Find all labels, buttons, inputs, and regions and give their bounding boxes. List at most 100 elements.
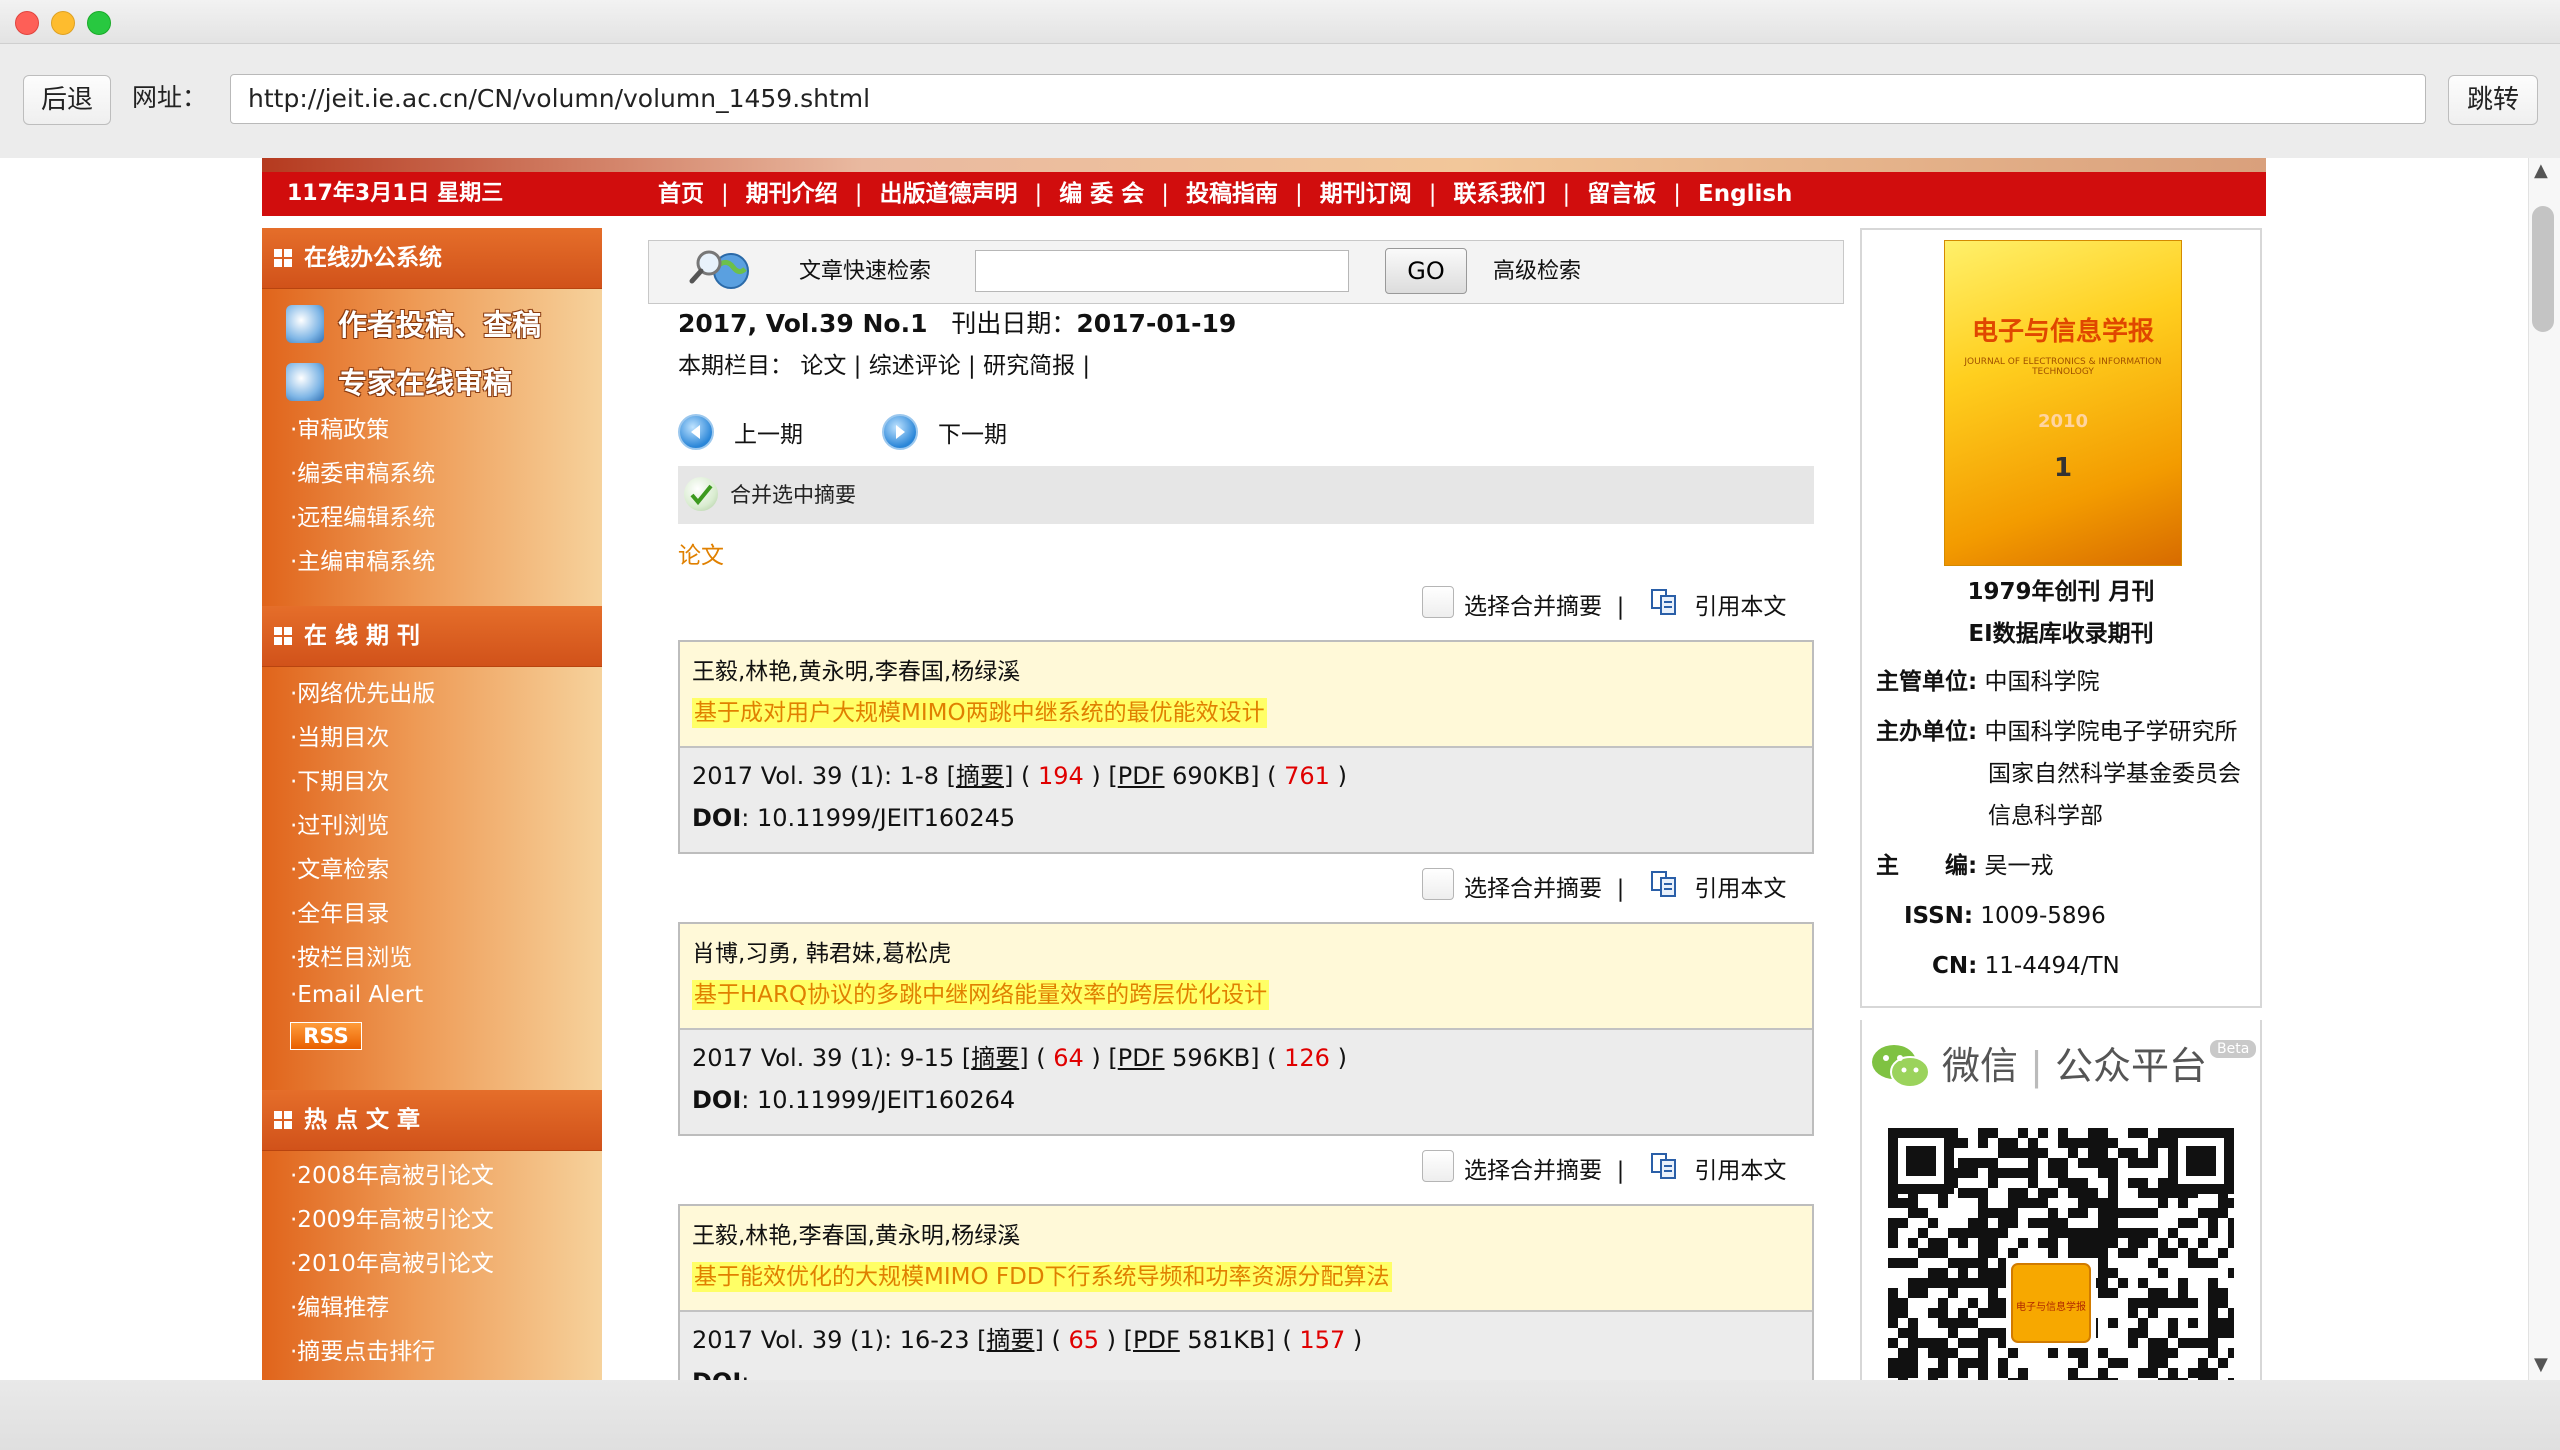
sidebar-link-editor-review[interactable]: ·编委审稿系统 bbox=[290, 454, 435, 488]
sidebar-link-next-issue[interactable]: ·下期目次 bbox=[290, 762, 389, 796]
advanced-search-link[interactable]: 高级检索 bbox=[1493, 241, 1581, 303]
pdf-link[interactable]: PDF bbox=[1118, 1044, 1165, 1072]
sidebar-link-archive[interactable]: ·过刊浏览 bbox=[290, 806, 389, 840]
nav-home[interactable]: 首页 bbox=[658, 181, 704, 207]
back-button[interactable]: 后退 bbox=[23, 75, 111, 125]
sidebar-link-online-first[interactable]: ·网络优先出版 bbox=[290, 674, 435, 708]
column-link-reviews[interactable]: 综述评论 bbox=[869, 353, 961, 379]
merge-abstracts-bar[interactable]: 合并选中摘要 bbox=[678, 466, 1814, 524]
doi-label: DOI bbox=[692, 1086, 742, 1114]
article-title[interactable]: 基于HARQ协议的多跳中继网络能量效率的跨层优化设计 bbox=[692, 980, 1270, 1010]
journal-cover[interactable]: 电子与信息学报 JOURNAL OF ELECTRONICS & INFORMA… bbox=[1944, 240, 2182, 566]
hot-articles-header: 热 点 文 章 bbox=[262, 1090, 602, 1151]
article-title[interactable]: 基于能效优化的大规模MIMO FDD下行系统导频和功率资源分配算法 bbox=[692, 1262, 1392, 1292]
sidebar-link-remote-edit[interactable]: ·远程编辑系统 bbox=[290, 498, 435, 532]
sidebar-link-review-policy[interactable]: ·审稿政策 bbox=[290, 410, 389, 444]
abstract-link[interactable]: 摘要 bbox=[971, 1044, 1019, 1072]
sidebar-link-current-issue[interactable]: ·当期目次 bbox=[290, 718, 389, 752]
pdf-link[interactable]: PDF bbox=[1133, 1326, 1180, 1354]
scrollbar-thumb[interactable] bbox=[2532, 206, 2554, 332]
nav-guestbook[interactable]: 留言板 bbox=[1587, 181, 1656, 207]
wechat-title: 微信 | 公众平台 bbox=[1942, 1038, 2207, 1094]
nav-editorial-board[interactable]: 编 委 会 bbox=[1059, 181, 1144, 207]
nav-about[interactable]: 期刊介绍 bbox=[746, 181, 838, 207]
quick-search-input[interactable] bbox=[975, 250, 1349, 292]
select-abstract-checkbox[interactable] bbox=[1422, 868, 1454, 900]
editor-label: 主 编: bbox=[1876, 853, 1978, 879]
supervisor-line: 主管单位: 中国科学院 bbox=[1876, 666, 2100, 698]
select-abstract-label: 选择合并摘要 bbox=[1464, 1158, 1602, 1184]
sidebar-link-email-alert[interactable]: ·Email Alert bbox=[290, 982, 423, 1008]
scroll-down-arrow-icon[interactable]: ▼ bbox=[2534, 1354, 2548, 1375]
supervisor-value: 中国科学院 bbox=[1984, 669, 2100, 695]
abstract-link[interactable]: 摘要 bbox=[956, 762, 1004, 790]
sidebar-link-cited-2010[interactable]: ·2010年高被引论文 bbox=[290, 1244, 494, 1278]
article-title[interactable]: 基于成对用户大规模MIMO两跳中继系统的最优能效设计 bbox=[692, 698, 1267, 728]
doi-label: DOI bbox=[692, 804, 742, 832]
previous-issue-link[interactable]: 上一期 bbox=[678, 414, 803, 452]
article-citation: 2017 Vol. 39 (1): 1-8 bbox=[692, 762, 939, 790]
journal-info-panel: 电子与信息学报 JOURNAL OF ELECTRONICS & INFORMA… bbox=[1860, 228, 2262, 1008]
next-issue-link[interactable]: 下一期 bbox=[882, 414, 1007, 452]
cite-article-label[interactable]: 引用本文 bbox=[1694, 594, 1786, 620]
column-link-papers[interactable]: 论文 bbox=[800, 353, 846, 379]
cite-icon[interactable] bbox=[1650, 1152, 1678, 1180]
cite-article-label[interactable]: 引用本文 bbox=[1694, 1158, 1786, 1184]
top-nav-bar: 117年3月1日 星期三 首页 | 期刊介绍 | 出版道德声明 | 编 委 会 | 投稿指南 | 期… bbox=[262, 172, 2266, 216]
article-doi[interactable]: 10.11999/JEIT160245 bbox=[757, 804, 1015, 832]
sidebar-link-cited-2009[interactable]: ·2009年高被引论文 bbox=[290, 1200, 494, 1234]
editor-value: 吴一戎 bbox=[1984, 853, 2054, 879]
abstract-link[interactable]: 摘要 bbox=[987, 1326, 1035, 1354]
column-link-briefs[interactable]: 研究简报 bbox=[983, 353, 1075, 379]
article-citation: 2017 Vol. 39 (1): 9-15 bbox=[692, 1044, 955, 1072]
article-doi[interactable]: 10.11999/JEIT160264 bbox=[757, 1086, 1015, 1114]
address-input[interactable]: http://jeit.ie.ac.cn/CN/volumn/volumn_14… bbox=[230, 74, 2426, 124]
sidebar-link-abstract-ranking[interactable]: ·摘要点击排行 bbox=[290, 1332, 435, 1366]
previous-issue-label: 上一期 bbox=[734, 422, 803, 448]
close-window-button[interactable] bbox=[15, 11, 39, 35]
nav-separator: | bbox=[1562, 181, 1571, 207]
sidebar-link-cited-2008[interactable]: ·2008年高被引论文 bbox=[290, 1156, 494, 1190]
rss-button[interactable]: RSS bbox=[290, 1022, 362, 1050]
article-authors: 肖博,习勇, 韩君妹,葛松虎 bbox=[692, 941, 952, 967]
cite-article-label[interactable]: 引用本文 bbox=[1694, 876, 1786, 902]
sidebar-link-editor-pick[interactable]: ·编辑推荐 bbox=[290, 1288, 389, 1322]
article-citation: 2017 Vol. 39 (1): 16-23 bbox=[692, 1326, 970, 1354]
online-journal-header: 在 线 期 刊 bbox=[262, 606, 602, 667]
vertical-scrollbar[interactable] bbox=[2528, 158, 2560, 1380]
cite-icon[interactable] bbox=[1650, 870, 1678, 898]
minimize-window-button[interactable] bbox=[51, 11, 75, 35]
article-meta: 2017 Vol. 39 (1): 16-23 [摘要] ( 65 ) [PDF… bbox=[680, 1312, 1812, 1380]
founded-text: 1979年创刊 月刊 bbox=[1967, 579, 2155, 605]
select-abstract-checkbox[interactable] bbox=[1422, 1150, 1454, 1182]
page-viewport: 117年3月1日 星期三 首页 | 期刊介绍 | 出版道德声明 | 编 委 会 | 投稿指南 | 期… bbox=[0, 158, 2560, 1380]
sidebar-link-annual-index[interactable]: ·全年目录 bbox=[290, 894, 389, 928]
office-system-header: 在线办公系统 bbox=[262, 228, 602, 289]
wechat-qr-code[interactable]: 电子与信息学报 bbox=[1888, 1128, 2234, 1380]
nav-ethics[interactable]: 出版道德声明 bbox=[880, 181, 1018, 207]
article-card: 王毅,林艳,李春国,黄永明,杨绿溪 基于能效优化的大规模MIMO FDD下行系统… bbox=[678, 1204, 1814, 1380]
grid-icon bbox=[274, 627, 292, 645]
author-submission-link[interactable]: 作者投稿、查稿 bbox=[286, 302, 541, 344]
left-sidebar: 在线办公系统 作者投稿、查稿 专家在线审稿 ·审稿政策 ·编委审稿系统 ·远程编… bbox=[262, 228, 602, 1380]
nav-english[interactable]: English bbox=[1698, 181, 1792, 207]
select-abstract-checkbox[interactable] bbox=[1422, 586, 1454, 618]
pdf-link[interactable]: PDF bbox=[1118, 762, 1165, 790]
nav-submission-guide[interactable]: 投稿指南 bbox=[1186, 181, 1278, 207]
sidebar-link-chief-review[interactable]: ·主编审稿系统 bbox=[290, 542, 435, 576]
search-go-button[interactable]: GO bbox=[1385, 248, 1467, 294]
article-citation-line: 2017 Vol. 39 (1): 16-23 [摘要] ( 65 ) [PDF… bbox=[692, 1326, 1363, 1354]
cite-icon[interactable] bbox=[1650, 588, 1678, 616]
scroll-up-arrow-icon[interactable]: ▲ bbox=[2534, 160, 2548, 181]
select-abstract-label: 选择合并摘要 bbox=[1464, 594, 1602, 620]
sidebar-link-by-column[interactable]: ·按栏目浏览 bbox=[290, 938, 412, 972]
go-button[interactable]: 跳转 bbox=[2448, 75, 2538, 125]
zoom-window-button[interactable] bbox=[87, 11, 111, 35]
nav-subscribe[interactable]: 期刊订阅 bbox=[1320, 181, 1412, 207]
expert-review-link[interactable]: 专家在线审稿 bbox=[286, 360, 512, 402]
article-doi-line: DOI: 10.11999/JEIT160245 bbox=[692, 804, 1016, 832]
sidebar-link-article-search[interactable]: ·文章检索 bbox=[290, 850, 389, 884]
nav-contact[interactable]: 联系我们 bbox=[1454, 181, 1546, 207]
address-label: 网址： bbox=[132, 83, 208, 112]
select-abstract-label: 选择合并摘要 bbox=[1464, 876, 1602, 902]
